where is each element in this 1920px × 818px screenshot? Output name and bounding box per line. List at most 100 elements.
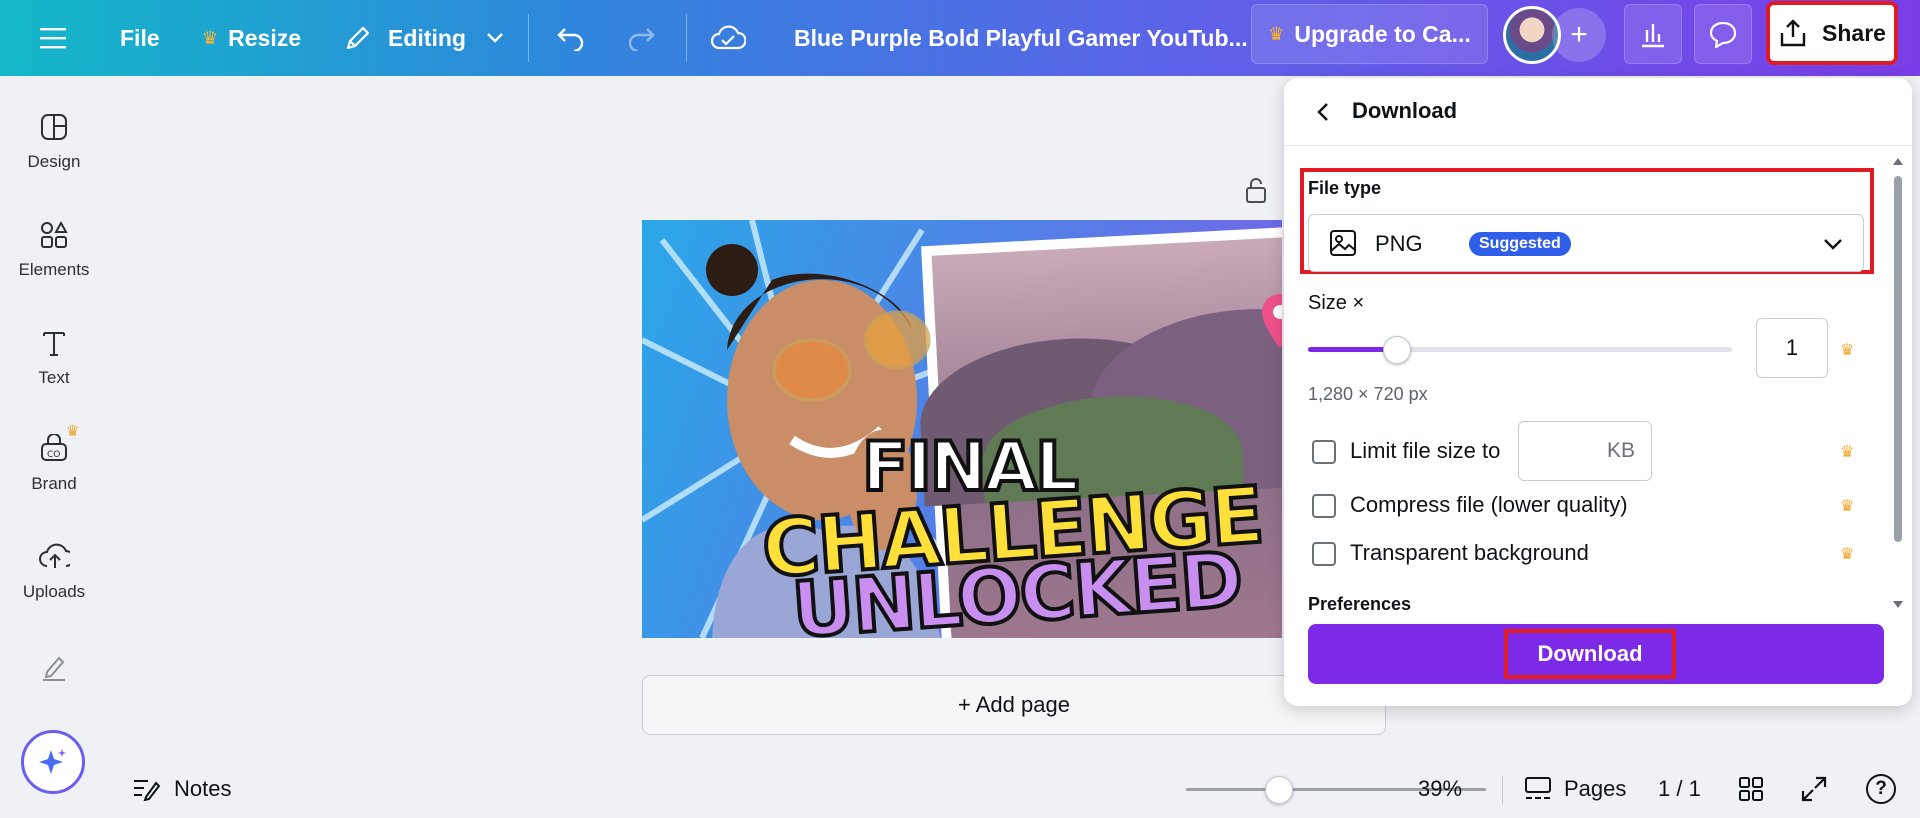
size-input[interactable]: 1: [1756, 318, 1828, 378]
design-icon: [41, 114, 67, 140]
divider: [1502, 776, 1503, 804]
zoom-slider-thumb[interactable]: [1265, 776, 1293, 804]
crown-icon: ♛: [1840, 498, 1855, 515]
help-icon: ?: [1866, 774, 1896, 804]
document-title-text: Blue Purple Bold Playful Gamer YouTub...: [794, 24, 1248, 51]
uploads-icon: [39, 543, 70, 568]
pages-icon: [1525, 777, 1551, 799]
sidebar-item-label: Text: [38, 368, 70, 387]
size-input-value: 1: [1785, 335, 1799, 360]
scroll-up-icon[interactable]: [1892, 156, 1904, 166]
chevron-down-icon: [1824, 239, 1842, 250]
size-slider-track[interactable]: [1308, 347, 1732, 352]
add-page-button[interactable]: + Add page: [642, 675, 1386, 735]
sidebar-item-label: Elements: [18, 260, 90, 279]
bottom-bar: Notes 39% Pages 1 / 1 ?: [108, 760, 1920, 818]
top-bar: File ♛ Resize Editing Blue Purple Bold Pl…: [0, 0, 1920, 76]
image-icon: [1330, 230, 1356, 256]
zoom-level[interactable]: 39%: [1418, 760, 1462, 818]
help-glyph: ?: [1875, 778, 1887, 799]
crown-icon: ♛: [1840, 342, 1855, 359]
crown-icon: ♛: [1840, 444, 1855, 461]
invite-button[interactable]: +: [1552, 8, 1606, 62]
size-slider-thumb[interactable]: [1383, 336, 1412, 364]
file-type-label: File type: [1308, 178, 1382, 198]
help-button[interactable]: ?: [1866, 760, 1896, 818]
notes-label: Notes: [174, 776, 232, 801]
hamburger-icon: [40, 28, 66, 49]
page-counter: 1 / 1: [1658, 760, 1701, 818]
sidebar-item-design[interactable]: Design: [0, 112, 108, 172]
editing-label: Editing: [388, 24, 466, 51]
preferences-label: Preferences: [1308, 594, 1412, 614]
draw-icon: [43, 656, 65, 681]
notes-button[interactable]: Notes: [132, 760, 231, 818]
sidebar-item-elements[interactable]: Elements: [0, 220, 108, 280]
grid-view-button[interactable]: [1738, 760, 1764, 818]
dimensions-text: 1,280 × 720 px: [1308, 384, 1428, 404]
menu-button[interactable]: [40, 0, 66, 76]
editing-mode-button[interactable]: Editing: [344, 0, 504, 76]
panel-title: Download: [1352, 98, 1458, 123]
scroll-thumb[interactable]: [1894, 176, 1902, 542]
sidebar-item-uploads[interactable]: Uploads: [0, 542, 108, 602]
upgrade-label: Upgrade to Ca...: [1294, 20, 1471, 47]
resize-button[interactable]: ♛ Resize: [202, 0, 301, 76]
elements-icon: [41, 220, 68, 248]
compress-checkbox[interactable]: [1312, 494, 1336, 518]
panel-scrollbar[interactable]: [1892, 156, 1904, 612]
back-arrow-icon[interactable]: [1312, 100, 1336, 124]
panel-header: Download: [1284, 78, 1912, 146]
text-icon: [43, 332, 65, 356]
pencil-icon: [346, 26, 370, 50]
download-button[interactable]: Download: [1308, 624, 1884, 684]
design-canvas[interactable]: FINAL CHALLENGE UNLOCKED: [642, 220, 1282, 638]
limit-size-label: Limit file size to: [1350, 438, 1501, 463]
file-label: File: [120, 24, 160, 51]
pages-label: Pages: [1564, 776, 1627, 801]
crown-icon: ♛: [202, 27, 219, 48]
save-status[interactable]: [710, 0, 746, 76]
file-type-select[interactable]: PNG Suggested: [1308, 214, 1864, 272]
grid-icon: [1739, 777, 1763, 801]
scroll-down-icon[interactable]: [1892, 600, 1904, 610]
undo-button[interactable]: [556, 0, 586, 76]
upgrade-button[interactable]: ♛ Upgrade to Ca...: [1251, 4, 1488, 64]
document-title[interactable]: Blue Purple Bold Playful Gamer YouTub...: [794, 0, 1248, 76]
transparent-checkbox[interactable]: [1312, 542, 1336, 566]
insights-button[interactable]: [1624, 4, 1682, 64]
fullscreen-button[interactable]: [1800, 760, 1828, 818]
add-page-label: + Add page: [958, 692, 1070, 717]
limit-size-checkbox[interactable]: [1312, 440, 1336, 464]
download-button-highlight: Download: [1504, 629, 1676, 679]
sidebar-item-label: Brand: [31, 474, 77, 493]
resize-label: Resize: [228, 24, 302, 51]
svg-text:CO: CO: [47, 450, 60, 460]
upload-share-icon: [1780, 19, 1806, 47]
limit-size-input[interactable]: KB: [1518, 421, 1652, 481]
crown-icon: ♛: [1840, 546, 1855, 563]
crown-icon: ♛: [66, 423, 80, 440]
map-pin-icon: [1262, 294, 1282, 348]
sidebar-item-brand[interactable]: ♛ CO Brand: [0, 423, 108, 494]
lock-icon[interactable]: [1244, 176, 1268, 209]
size-label: Size ×: [1308, 292, 1365, 314]
pages-button[interactable]: Pages: [1524, 760, 1626, 818]
expand-icon: [1801, 776, 1827, 802]
bar-chart-icon: [1642, 24, 1664, 48]
plus-icon: +: [1570, 18, 1588, 51]
sidebar-item-text[interactable]: Text: [0, 328, 108, 388]
comments-button[interactable]: [1694, 4, 1752, 64]
suggested-badge: Suggested: [1469, 232, 1571, 256]
share-label: Share: [1822, 19, 1886, 46]
redo-icon: [628, 28, 655, 51]
chevron-down-icon: [487, 33, 503, 43]
sidebar-item-draw[interactable]: [0, 652, 108, 692]
redo-button[interactable]: [626, 0, 656, 76]
file-menu[interactable]: File: [120, 0, 160, 76]
comment-icon: [1709, 21, 1737, 48]
magic-assistant-button[interactable]: [21, 730, 85, 794]
share-button[interactable]: Share: [1766, 1, 1898, 65]
divider: [686, 14, 687, 62]
file-type-value: PNG: [1375, 231, 1423, 256]
